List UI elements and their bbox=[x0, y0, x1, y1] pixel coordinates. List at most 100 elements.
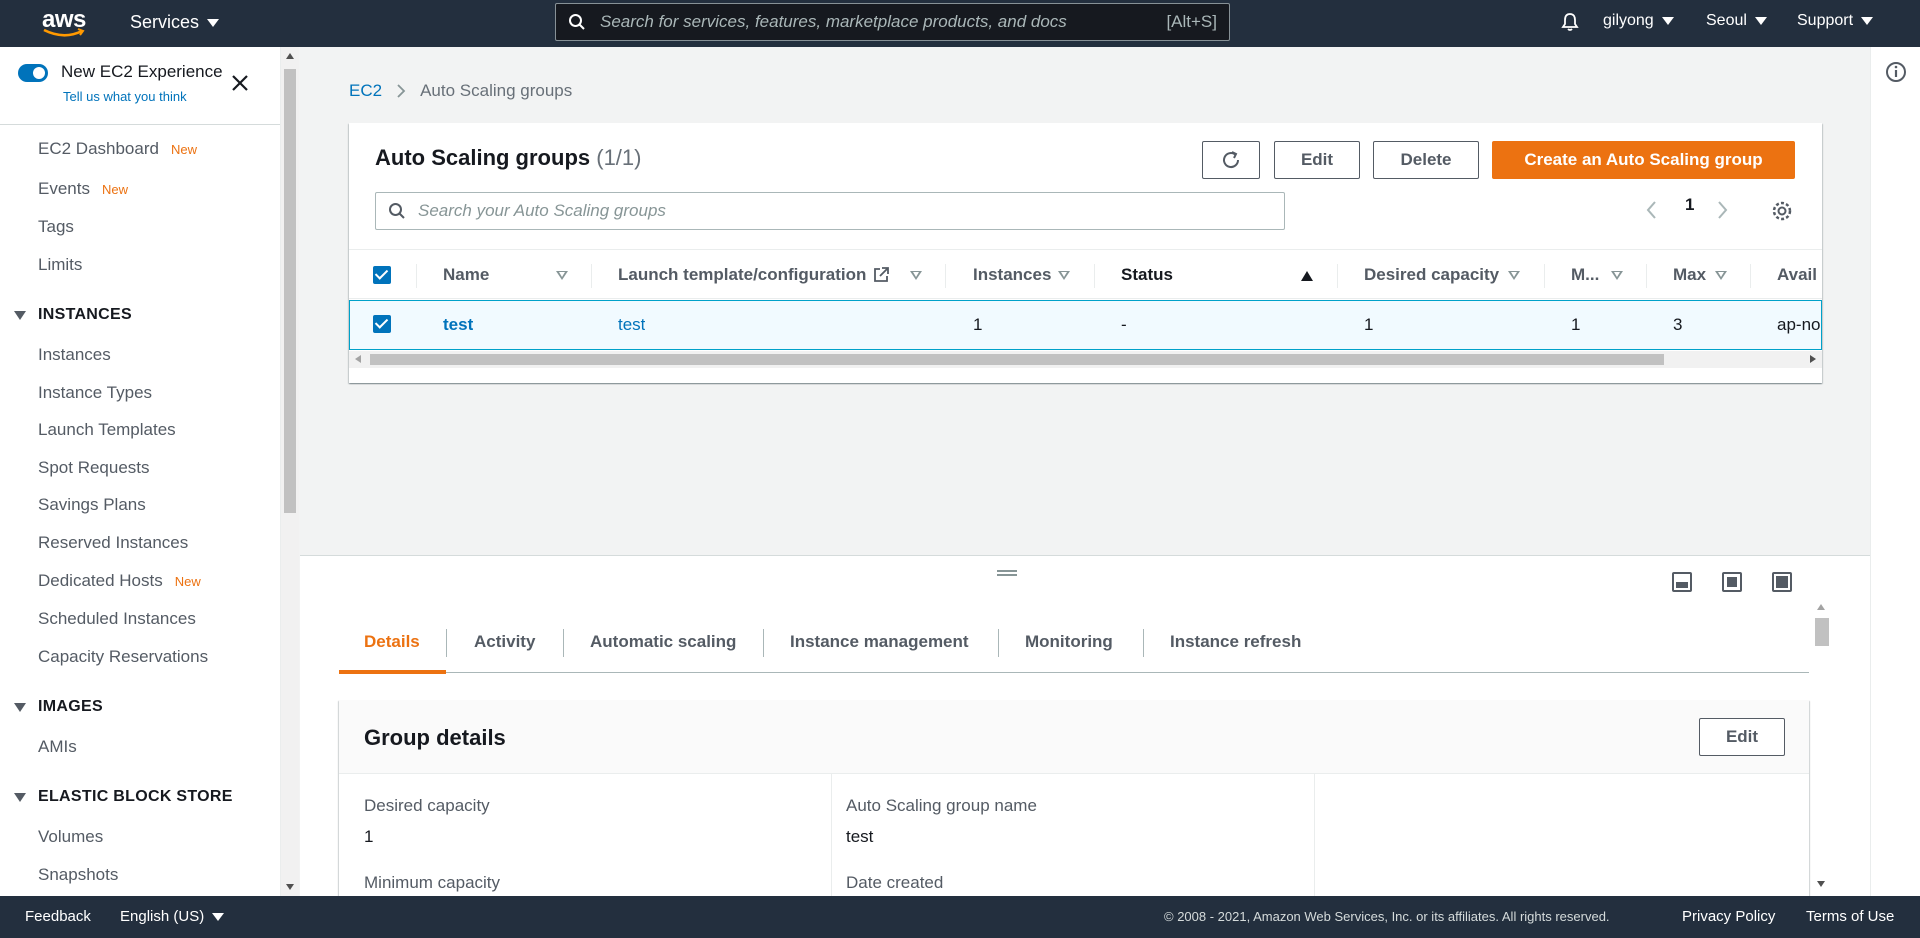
column-header-availability[interactable]: Avail bbox=[1777, 250, 1822, 300]
terms-of-use-link[interactable]: Terms of Use bbox=[1806, 908, 1894, 925]
top-navigation: aws Services Search for services, featur… bbox=[0, 0, 1920, 47]
scrollbar-thumb[interactable] bbox=[1815, 618, 1829, 646]
new-experience-toggle[interactable] bbox=[18, 64, 48, 82]
sidebar-scrollbar[interactable] bbox=[281, 47, 299, 896]
split-panel: Details Activity Automatic scaling Insta… bbox=[300, 555, 1870, 904]
asg-search-input[interactable]: Search your Auto Scaling groups bbox=[375, 192, 1285, 230]
feedback-link[interactable]: Feedback bbox=[25, 908, 91, 925]
sidebar-item-ec2-dashboard[interactable]: EC2 Dashboard New bbox=[38, 139, 197, 159]
aws-logo[interactable]: aws bbox=[42, 6, 92, 40]
caret-down-icon bbox=[14, 702, 26, 712]
resize-handle[interactable] bbox=[997, 570, 1017, 576]
sidebar-item-reserved-instances[interactable]: Reserved Instances bbox=[38, 533, 188, 553]
table-horizontal-scrollbar[interactable] bbox=[349, 351, 1822, 368]
tab-monitoring[interactable]: Monitoring bbox=[1025, 611, 1113, 673]
sidebar-item-dedicated-hosts[interactable]: Dedicated Hosts New bbox=[38, 571, 201, 591]
services-menu[interactable]: Services bbox=[130, 12, 220, 33]
sidebar-item-tags[interactable]: Tags bbox=[38, 217, 74, 237]
sidebar-item-instances[interactable]: Instances bbox=[38, 345, 111, 365]
sort-icon[interactable] bbox=[1715, 271, 1727, 280]
scrollbar-thumb[interactable] bbox=[284, 69, 296, 513]
close-icon[interactable] bbox=[230, 73, 250, 93]
chevron-left-icon[interactable] bbox=[1645, 199, 1659, 221]
scrollbar-thumb[interactable] bbox=[370, 354, 1664, 365]
breadcrumb-ec2[interactable]: EC2 bbox=[349, 81, 382, 101]
sidebar-item-snapshots[interactable]: Snapshots bbox=[38, 865, 118, 885]
column-header-instances[interactable]: Instances bbox=[973, 250, 1051, 300]
column-header-launch-template[interactable]: Launch template/configuration bbox=[618, 250, 890, 300]
sidebar-item-launch-templates[interactable]: Launch Templates bbox=[38, 420, 176, 440]
split-panel-scrollbar[interactable] bbox=[1813, 604, 1830, 887]
sidebar-item-capacity-reservations[interactable]: Capacity Reservations bbox=[38, 647, 208, 667]
sort-icon[interactable] bbox=[910, 271, 922, 280]
layout-full-icon[interactable] bbox=[1772, 572, 1792, 592]
asg-name-link[interactable]: test bbox=[443, 301, 473, 349]
sort-icon[interactable] bbox=[1611, 271, 1623, 280]
sidebar-item-instance-types[interactable]: Instance Types bbox=[38, 383, 152, 403]
global-search-input[interactable]: Search for services, features, marketpla… bbox=[555, 3, 1230, 41]
search-shortcut: [Alt+S] bbox=[1166, 12, 1217, 31]
new-experience-label: New EC2 Experience bbox=[61, 62, 223, 81]
scroll-left-icon[interactable] bbox=[355, 355, 361, 363]
sidebar-section-instances[interactable]: INSTANCES bbox=[14, 306, 132, 324]
edit-button[interactable]: Edit bbox=[1274, 141, 1360, 179]
current-page[interactable]: 1 bbox=[1685, 195, 1694, 215]
scroll-up-icon[interactable] bbox=[1817, 604, 1825, 610]
layout-bottom-icon[interactable] bbox=[1672, 572, 1692, 592]
sidebar-item-amis[interactable]: AMIs bbox=[38, 737, 77, 757]
delete-button[interactable]: Delete bbox=[1373, 141, 1479, 179]
launch-template-link[interactable]: test bbox=[618, 301, 645, 349]
column-header-status[interactable]: Status bbox=[1121, 250, 1173, 300]
sidebar-section-ebs[interactable]: ELASTIC BLOCK STORE bbox=[14, 788, 233, 806]
new-badge: New bbox=[174, 574, 201, 589]
tab-instance-refresh[interactable]: Instance refresh bbox=[1170, 611, 1301, 673]
sidebar-item-savings-plans[interactable]: Savings Plans bbox=[38, 495, 146, 515]
sidebar-section-images[interactable]: IMAGES bbox=[14, 698, 103, 716]
refresh-button[interactable] bbox=[1202, 141, 1260, 179]
sort-icon[interactable] bbox=[1058, 271, 1070, 280]
tab-details[interactable]: Details bbox=[364, 611, 420, 673]
sidebar-item-spot-requests[interactable]: Spot Requests bbox=[38, 458, 150, 478]
support-menu[interactable]: Support bbox=[1797, 12, 1874, 30]
language-selector[interactable]: English (US) bbox=[120, 908, 225, 925]
chevron-right-icon[interactable] bbox=[1715, 199, 1729, 221]
tab-activity[interactable]: Activity bbox=[474, 611, 535, 673]
services-label: Services bbox=[130, 12, 200, 32]
column-header-min[interactable]: M... bbox=[1571, 250, 1599, 300]
panel-title-count: (1/1) bbox=[596, 145, 642, 170]
sort-ascending-icon[interactable] bbox=[1301, 271, 1313, 281]
sidebar-item-limits[interactable]: Limits bbox=[38, 255, 82, 275]
table-row[interactable]: test test 1 - 1 1 3 ap-no bbox=[349, 300, 1822, 350]
create-asg-button[interactable]: Create an Auto Scaling group bbox=[1492, 141, 1795, 179]
account-menu[interactable]: gilyong bbox=[1603, 12, 1674, 30]
active-tab-indicator bbox=[339, 670, 446, 674]
column-header-max[interactable]: Max bbox=[1673, 250, 1706, 300]
notifications-button[interactable] bbox=[1560, 12, 1580, 32]
scroll-down-icon[interactable] bbox=[286, 884, 294, 890]
layout-side-icon[interactable] bbox=[1722, 572, 1742, 592]
scroll-right-icon[interactable] bbox=[1810, 355, 1816, 363]
sidebar-item-events[interactable]: Events New bbox=[38, 179, 128, 199]
row-checkbox[interactable] bbox=[373, 315, 391, 333]
feedback-link[interactable]: Tell us what you think bbox=[63, 89, 187, 104]
tab-instance-management[interactable]: Instance management bbox=[790, 611, 969, 673]
search-icon bbox=[569, 14, 585, 30]
privacy-policy-link[interactable]: Privacy Policy bbox=[1682, 908, 1775, 925]
region-menu[interactable]: Seoul bbox=[1706, 12, 1767, 30]
column-separator bbox=[1337, 264, 1338, 288]
sort-icon[interactable] bbox=[556, 271, 568, 280]
settings-icon[interactable] bbox=[1771, 200, 1793, 222]
info-icon[interactable] bbox=[1885, 61, 1907, 83]
column-header-name[interactable]: Name bbox=[443, 250, 489, 300]
caret-down-icon bbox=[1661, 17, 1674, 25]
select-all-checkbox[interactable] bbox=[373, 266, 391, 284]
external-link-icon bbox=[874, 267, 890, 282]
scroll-up-icon[interactable] bbox=[286, 53, 294, 59]
tab-automatic-scaling[interactable]: Automatic scaling bbox=[590, 611, 736, 673]
sidebar-item-scheduled-instances[interactable]: Scheduled Instances bbox=[38, 609, 196, 629]
group-details-edit-button[interactable]: Edit bbox=[1699, 718, 1785, 756]
sort-icon[interactable] bbox=[1508, 271, 1520, 280]
scroll-down-icon[interactable] bbox=[1817, 881, 1825, 887]
sidebar-item-volumes[interactable]: Volumes bbox=[38, 827, 103, 847]
column-header-desired-capacity[interactable]: Desired capacity bbox=[1364, 250, 1499, 300]
